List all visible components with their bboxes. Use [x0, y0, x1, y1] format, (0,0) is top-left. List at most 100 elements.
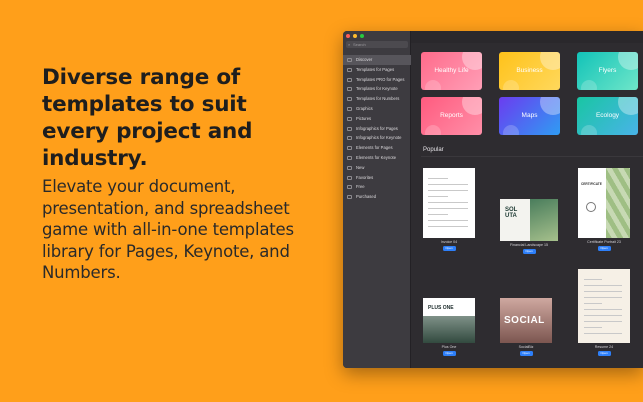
sidebar-item-templates-pro-for-pages[interactable]: Templates PRO for Pages	[343, 75, 411, 85]
template-name: Invoice 04	[440, 240, 458, 244]
template-name: Resume 24	[594, 345, 614, 349]
sidebar-item-label: Elements for Pages	[356, 145, 393, 151]
thumbnail-photo	[530, 199, 558, 241]
search-placeholder: Search	[353, 42, 366, 47]
sidebar-item-label: Templates for Keynote	[356, 86, 398, 92]
category-tile-label: Business	[516, 67, 543, 74]
sidebar-item-label: Infographics for Pages	[356, 125, 398, 131]
sidebar-item-label: Elements for Keynote	[356, 154, 397, 160]
folder-icon	[347, 106, 352, 111]
template-name: Financial Landscape 15	[510, 243, 548, 247]
tile-decoration	[425, 125, 441, 135]
toolbar	[411, 31, 643, 43]
app-window: ⌕ Search Discover Templates for Pages Temp…	[343, 31, 643, 368]
category-tile-label: Reports	[440, 112, 463, 119]
template-thumbnail	[578, 269, 630, 343]
sidebar-item-templates-for-numbers[interactable]: Templates for Numbers	[343, 94, 411, 104]
open-button[interactable]: Open	[597, 351, 611, 356]
thumbnail-text-line	[428, 202, 468, 203]
category-tile-flyers[interactable]: Flyers	[577, 52, 638, 90]
sidebar-item-favorites[interactable]: Favorites	[343, 173, 411, 183]
sidebar-item-label: Graphics	[356, 105, 373, 111]
open-button[interactable]: Open	[522, 249, 536, 254]
sidebar: ⌕ Search Discover Templates for Pages Temp…	[343, 31, 411, 368]
tile-decoration	[581, 80, 597, 90]
tile-decoration	[503, 80, 519, 90]
sidebar-item-elements-for-keynote[interactable]: Elements for Keynote	[343, 153, 411, 163]
category-tile-label: Healthy Life	[434, 67, 469, 74]
category-tile-ecology[interactable]: Ecology	[577, 97, 638, 135]
sidebar-item-infographics-for-pages[interactable]: Infographics for Pages	[343, 124, 411, 134]
category-tile-business[interactable]: Business	[499, 52, 560, 90]
tile-decoration	[503, 125, 519, 135]
thumbnail-text-line	[584, 327, 602, 328]
window-controls	[346, 34, 364, 38]
thumbnail-text: SOCIAL	[504, 315, 545, 326]
sidebar-item-elements-for-pages[interactable]: Elements for Pages	[343, 143, 411, 153]
folder-icon	[347, 58, 352, 62]
category-tile-reports[interactable]: Reports	[421, 97, 482, 135]
promo-description: Elevate your document, presentation, and…	[42, 177, 294, 282]
open-button[interactable]: Open	[597, 246, 611, 251]
sidebar-item-label: Discover	[356, 57, 373, 62]
main-content: Healthy Life Business Flyers Reports Maps Eco…	[411, 31, 643, 368]
folder-icon	[347, 155, 352, 160]
thumbnail-text-line	[584, 297, 622, 298]
open-button[interactable]: Open	[442, 246, 456, 251]
section-title-popular: Popular	[423, 147, 444, 153]
sidebar-item-label: New	[356, 164, 365, 170]
open-button[interactable]: Open	[519, 351, 533, 356]
category-tile-label: Ecology	[595, 112, 620, 119]
thumbnail-text-line	[428, 208, 468, 209]
thumbnail-text: SOL UTA	[505, 207, 518, 219]
thumbnail-text-line	[428, 178, 448, 179]
thumbnail-text-line	[428, 226, 468, 227]
sidebar-item-templates-for-keynote[interactable]: Templates for Keynote	[343, 84, 411, 94]
thumbnail-text-line	[584, 333, 622, 334]
template-name: Certificate Portrait 23	[587, 240, 621, 244]
folder-icon	[347, 165, 352, 170]
thumbnail-text: PLUS ONE	[428, 305, 454, 311]
folder-icon	[347, 185, 352, 190]
template-name: SocialBiz	[518, 345, 534, 349]
sidebar-item-label: Purchased	[356, 194, 377, 200]
template-thumbnail: SOL UTA	[500, 199, 558, 241]
thumbnail-text-line	[584, 285, 622, 286]
category-tile-healthy-life[interactable]: Healthy Life	[421, 52, 482, 90]
thumbnail-text-line	[584, 309, 622, 310]
search-input[interactable]: ⌕ Search	[346, 41, 408, 48]
close-window-button[interactable]	[346, 34, 350, 38]
category-tile-label: Maps	[521, 112, 538, 119]
sidebar-item-label: Templates for Numbers	[356, 96, 400, 102]
sidebar-item-graphics[interactable]: Graphics	[343, 104, 411, 114]
tile-decoration	[618, 97, 638, 115]
sidebar-item-new[interactable]: New	[343, 163, 411, 173]
folder-icon	[347, 77, 352, 82]
thumbnail-seal	[586, 202, 596, 212]
minimize-window-button[interactable]	[353, 34, 357, 38]
promo-headline: Diverse range of templates to suit every…	[42, 65, 253, 171]
tile-decoration	[540, 52, 560, 70]
template-thumbnail: SOCIAL	[500, 298, 552, 343]
tile-decoration	[540, 97, 560, 115]
sidebar-item-pictures[interactable]: Pictures	[343, 114, 411, 124]
category-tile-maps[interactable]: Maps	[499, 97, 560, 135]
thumbnail-text-line	[584, 315, 622, 316]
thumbnail-text-line	[428, 214, 448, 215]
sidebar-item-infographics-for-keynote[interactable]: Infographics for Keynote	[343, 133, 411, 143]
folder-icon	[347, 97, 352, 102]
sidebar-item-purchased[interactable]: Purchased	[343, 192, 411, 202]
sidebar-item-free[interactable]: Free	[343, 182, 411, 192]
zoom-window-button[interactable]	[360, 34, 364, 38]
tile-decoration	[581, 125, 597, 135]
sidebar-nav: Discover Templates for Pages Templates PRO…	[343, 55, 411, 202]
sidebar-item-templates-for-pages[interactable]: Templates for Pages	[343, 65, 411, 75]
folder-icon	[347, 67, 352, 72]
sidebar-item-discover[interactable]: Discover	[343, 55, 411, 65]
folder-icon	[347, 116, 352, 121]
thumbnail-photo	[423, 316, 475, 343]
thumbnail-text-line	[428, 184, 468, 185]
open-button[interactable]: Open	[442, 351, 456, 356]
folder-icon	[347, 195, 352, 200]
folder-icon	[347, 87, 352, 92]
